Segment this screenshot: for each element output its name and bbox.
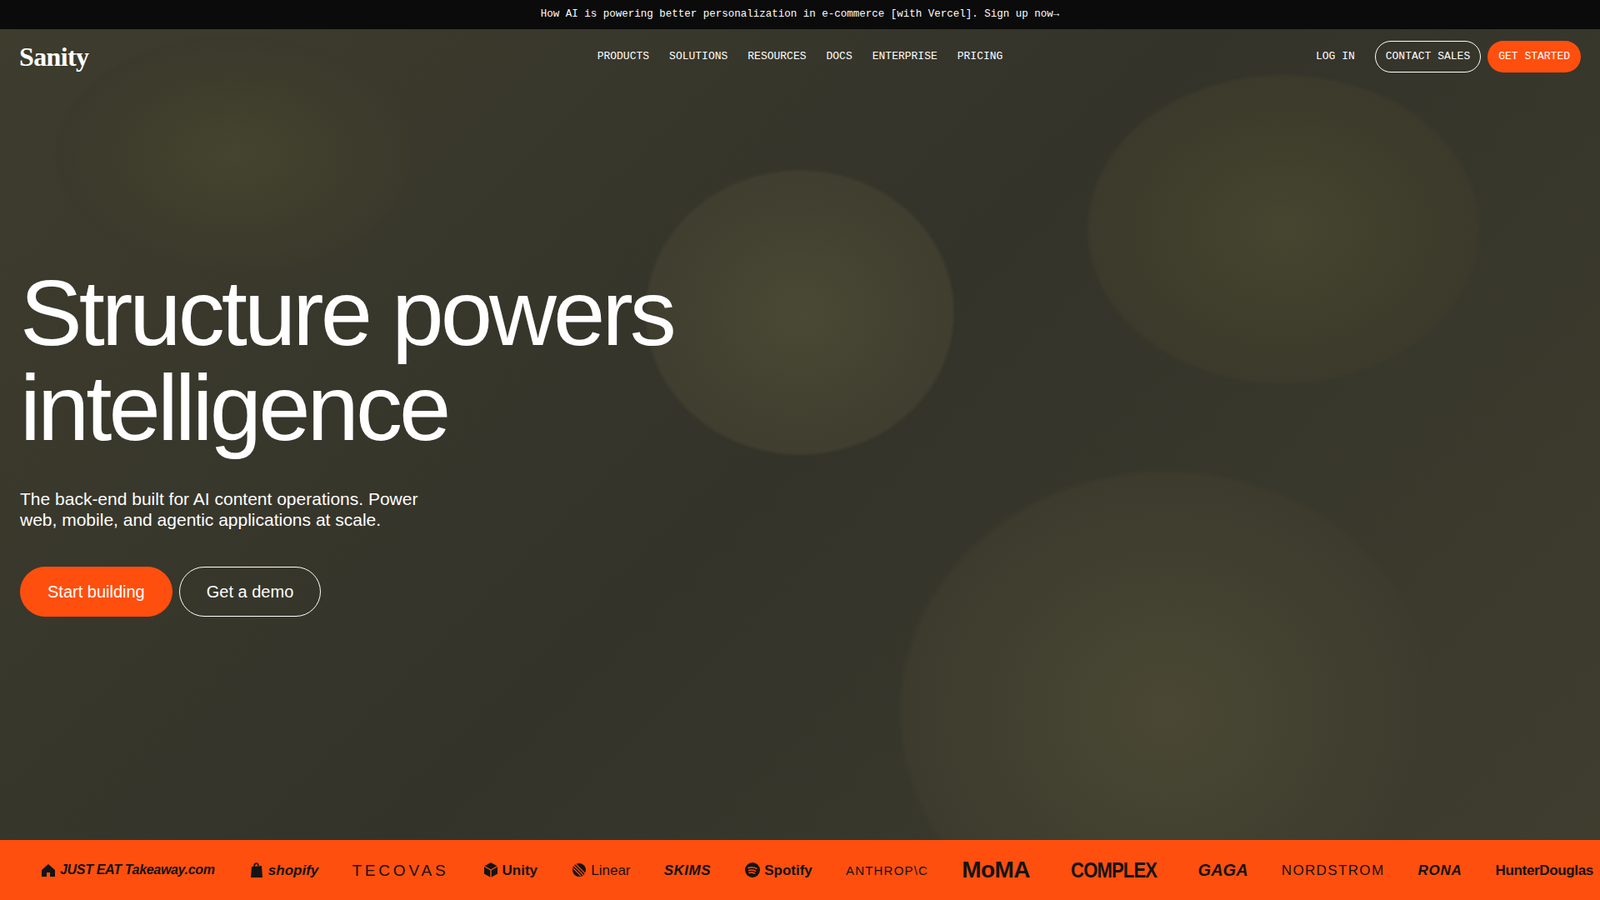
- hero-title: Structure powers intelligence: [20, 265, 854, 456]
- hero-content: Structure powers intelligence The back-en…: [0, 84, 1600, 617]
- get-started-button[interactable]: GET STARTED: [1487, 40, 1581, 73]
- customer-name: NORDSTROM: [1281, 863, 1385, 878]
- nav-link-item[interactable]: SOLUTIONS: [669, 48, 728, 65]
- sanity-logo[interactable]: Sanity: [19, 36, 89, 77]
- login-link[interactable]: LOG IN: [1315, 48, 1355, 65]
- customer-logo: ANTHROP\C: [845, 864, 929, 877]
- nav-link-item[interactable]: PRICING: [957, 48, 1004, 65]
- spotify-icon: [744, 861, 761, 879]
- customer-name: Unity: [502, 863, 539, 878]
- customer-name: HunterDouglas: [1495, 863, 1594, 878]
- customer-logo: JUST EAT Takeaway.com: [40, 861, 215, 879]
- hero-section: Sanity PRODUCTS SOLUTIONS RESOURCES DOCS ENTE…: [0, 29, 1600, 840]
- customer-logo: Unity: [482, 861, 539, 879]
- customer-logo: COMPLEX: [1063, 859, 1165, 881]
- customer-logo: RONA: [1418, 863, 1463, 878]
- hero-subtitle: The back-end built for AI content operat…: [20, 489, 437, 530]
- customer-logo: GAGA: [1198, 861, 1249, 879]
- bag-icon: [248, 861, 265, 879]
- announcement-bar: How AI is powering better personalizatio…: [0, 0, 1600, 30]
- customer-logo-strip: JUST EAT Takeaway.com shopify TECOVAS Unity…: [0, 840, 1600, 900]
- customer-name: TECOVAS: [351, 862, 449, 879]
- customer-name: SKIMS: [664, 863, 711, 878]
- customer-logo: TECOVAS: [351, 862, 449, 879]
- customer-name: RONA: [1418, 863, 1463, 878]
- customer-name: MoMA: [961, 858, 1030, 882]
- cube-icon: [482, 861, 500, 879]
- customer-name: ANTHROP\C: [845, 864, 929, 877]
- navbar-left: Sanity: [19, 36, 598, 77]
- customer-logo: MoMA: [961, 858, 1030, 882]
- announcement-link[interactable]: How AI is powering better personalizatio…: [540, 6, 1060, 23]
- customer-logo: Linear: [570, 861, 630, 879]
- nav-links: PRODUCTS SOLUTIONS RESOURCES DOCS ENTERPRISE…: [597, 48, 1004, 65]
- contact-sales-button[interactable]: CONTACT SALES: [1375, 40, 1481, 73]
- hero-buttons: Start buildingGet a demo: [20, 566, 1580, 617]
- linear-icon: [570, 861, 588, 879]
- customer-name: COMPLEX: [1070, 859, 1157, 881]
- customer-name: JUST EAT Takeaway.com: [60, 863, 215, 877]
- nav-link-item[interactable]: ENTERPRISE: [872, 48, 938, 65]
- top-navbar: Sanity PRODUCTS SOLUTIONS RESOURCES DOCS ENTE…: [0, 29, 1600, 85]
- get-demo-button[interactable]: Get a demo: [179, 566, 322, 617]
- customer-logo: SKIMS: [664, 863, 711, 878]
- customer-logo: NORDSTROM: [1281, 863, 1385, 878]
- nav-link-item[interactable]: RESOURCES: [747, 48, 806, 65]
- customer-logo: HunterDouglas: [1495, 863, 1594, 878]
- start-building-button[interactable]: Start building: [20, 566, 173, 617]
- customer-logo: shopify: [248, 861, 319, 879]
- customer-name: Spotify: [764, 863, 813, 878]
- customer-name: GAGA: [1198, 861, 1249, 879]
- customer-name: Linear: [590, 863, 630, 878]
- customer-name: shopify: [268, 863, 319, 878]
- nav-link-item[interactable]: PRODUCTS: [597, 48, 650, 65]
- nav-link-item[interactable]: DOCS: [826, 48, 853, 65]
- customer-logo: Spotify: [744, 861, 813, 879]
- navbar-right: LOG IN CONTACT SALESGET STARTED: [1002, 40, 1581, 73]
- house-icon: [40, 861, 57, 879]
